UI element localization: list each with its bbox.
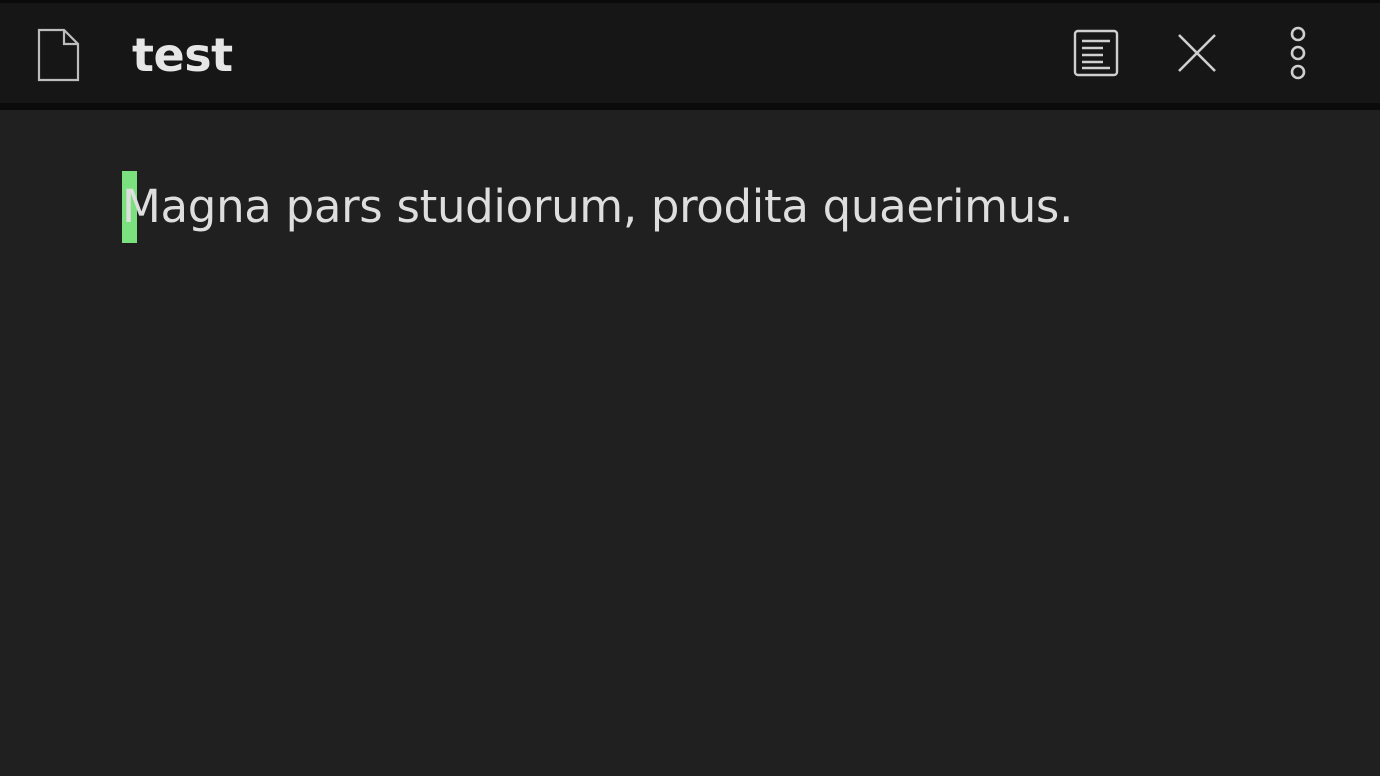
close-icon xyxy=(1175,31,1219,79)
more-vertical-icon xyxy=(1288,26,1308,84)
document-title[interactable]: test xyxy=(132,27,233,83)
top-bar: test xyxy=(0,0,1380,103)
more-options-button[interactable] xyxy=(1270,26,1326,84)
editor-line[interactable]: Magna pars studiorum, prodita quaerimus. xyxy=(122,170,1073,244)
editor-area[interactable]: Magna pars studiorum, prodita quaerimus. xyxy=(0,110,1380,776)
file-icon xyxy=(37,28,81,82)
outline-button[interactable] xyxy=(1068,27,1124,83)
close-button[interactable] xyxy=(1169,27,1225,83)
header-divider xyxy=(0,103,1380,110)
document-outline-icon xyxy=(1072,28,1120,82)
editor-text[interactable]: Magna pars studiorum, prodita quaerimus. xyxy=(122,170,1073,244)
